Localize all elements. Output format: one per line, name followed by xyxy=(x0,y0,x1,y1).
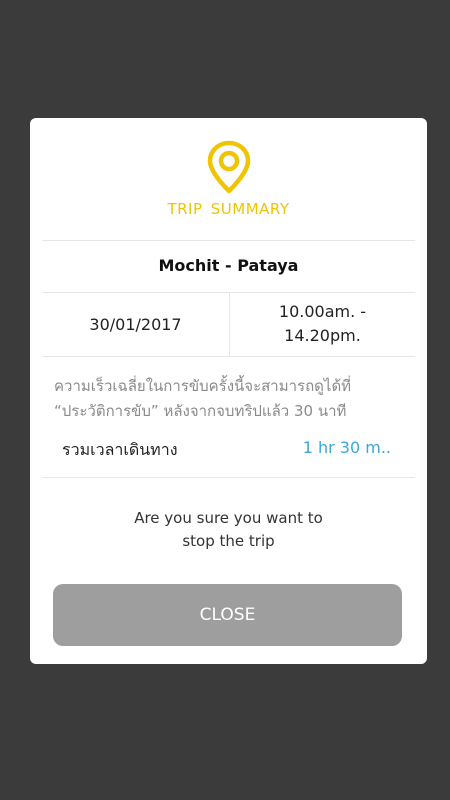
divider xyxy=(42,477,415,478)
dialog-title: TRIP SUMMARY xyxy=(167,200,290,218)
divider xyxy=(42,356,415,357)
route-name: Mochit - Pataya xyxy=(158,256,299,275)
trip-date: 30/01/2017 xyxy=(89,314,182,334)
close-button[interactable]: CLOSE xyxy=(53,584,402,646)
note-line-1: ความเร็วเฉลี่ยในการขับครั้งนี้จะสามารถดู… xyxy=(54,377,352,395)
trip-time-end: 14.20pm. xyxy=(284,326,361,345)
trip-time-start: 10.00am. - xyxy=(278,302,367,321)
average-speed-note: ความเร็วเฉลี่ยในการขับครั้งนี้จะสามารถดู… xyxy=(54,374,414,424)
confirm-line-2: stop the trip xyxy=(182,532,275,550)
note-line-2: “ประวัติการขับ” หลังจากจบทริปแล้ว 30 นาท… xyxy=(54,402,347,420)
location-pin-icon xyxy=(207,140,251,194)
dialog-header: TRIP SUMMARY xyxy=(30,118,427,240)
trip-summary-dialog: TRIP SUMMARY Mochit - Pataya 30/01/2017 … xyxy=(30,118,427,664)
trip-time: 10.00am. - 14.20pm. xyxy=(230,292,415,356)
total-time-value: 1 hr 30 m.. xyxy=(302,438,391,457)
total-time-label: รวมเวลาเดินทาง xyxy=(62,440,178,459)
confirm-message: Are you sure you want to stop the trip xyxy=(30,507,427,553)
confirm-line-1: Are you sure you want to xyxy=(134,509,323,527)
